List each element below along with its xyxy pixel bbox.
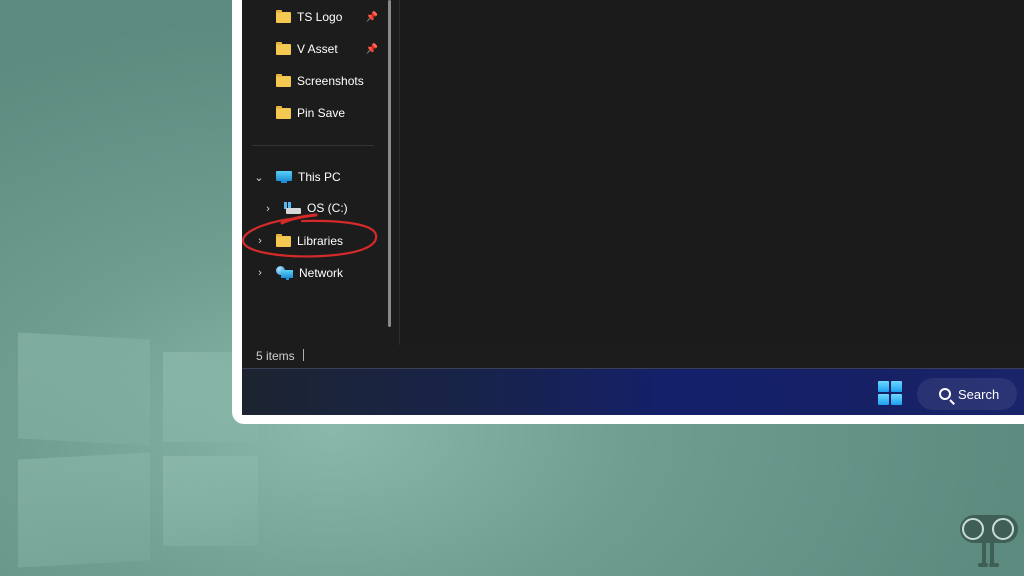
navigation-pane: TS Logo 📌 V Asset 📌 Screenshots Pin Save… [242,0,394,345]
nav-item-label: Pin Save [297,106,346,120]
chevron-down-icon[interactable]: ⌄ [253,171,265,184]
chevron-right-icon[interactable]: › [254,267,266,279]
nav-item-label: Network [299,266,344,280]
computer-icon [276,171,292,183]
taskbar-search-button[interactable]: Search [917,378,1017,410]
chevron-right-icon[interactable]: › [254,235,266,247]
wallpaper-logo-pane [18,452,150,568]
nav-item-network[interactable]: Network [276,261,343,285]
content-pane [400,0,1024,345]
item-count: 5 items [256,349,295,363]
search-icon [939,388,951,400]
nav-item-screenshots[interactable]: Screenshots [276,69,364,93]
nav-item-pin-save[interactable]: Pin Save [276,101,345,125]
start-button[interactable] [878,381,902,405]
windows-logo-tile [878,381,889,392]
status-bar: 5 items [242,345,1024,368]
nav-item-label: This PC [298,170,341,184]
windows-logo-tile [878,394,889,405]
wallpaper-logo-pane [18,332,150,446]
brand-logo-icon [960,515,1018,567]
folder-icon [276,233,291,247]
folder-icon [276,41,291,55]
nav-item-label: OS (C:) [307,201,348,215]
nav-item-label: Libraries [297,234,344,248]
nav-item-libraries[interactable]: Libraries [276,229,343,253]
nav-pane-scrollbar[interactable] [388,0,391,327]
chevron-right-icon[interactable]: › [262,203,274,215]
windows-logo-tile [891,394,902,405]
network-icon [276,266,293,280]
taskbar: Search [242,368,1024,415]
nav-item-os-drive[interactable]: OS (C:) [284,196,348,220]
status-separator [303,349,304,361]
file-explorer-window: TS Logo 📌 V Asset 📌 Screenshots Pin Save… [242,0,1024,415]
wallpaper-logo-pane [163,456,258,546]
nav-item-v-asset[interactable]: V Asset [276,37,338,61]
nav-item-label: V Asset [297,42,338,56]
drive-icon [284,201,301,215]
folder-icon [276,105,291,119]
folder-icon [276,73,291,87]
nav-separator [252,145,374,146]
folder-icon [276,9,291,23]
nav-item-this-pc[interactable]: This PC [276,165,341,189]
search-label: Search [958,386,1000,402]
windows-logo-tile [891,381,902,392]
pin-icon[interactable]: 📌 [366,11,378,23]
pin-icon[interactable]: 📌 [366,43,378,55]
nav-item-ts-logo[interactable]: TS Logo [276,5,342,29]
nav-item-label: TS Logo [297,10,343,24]
nav-item-label: Screenshots [297,74,364,88]
